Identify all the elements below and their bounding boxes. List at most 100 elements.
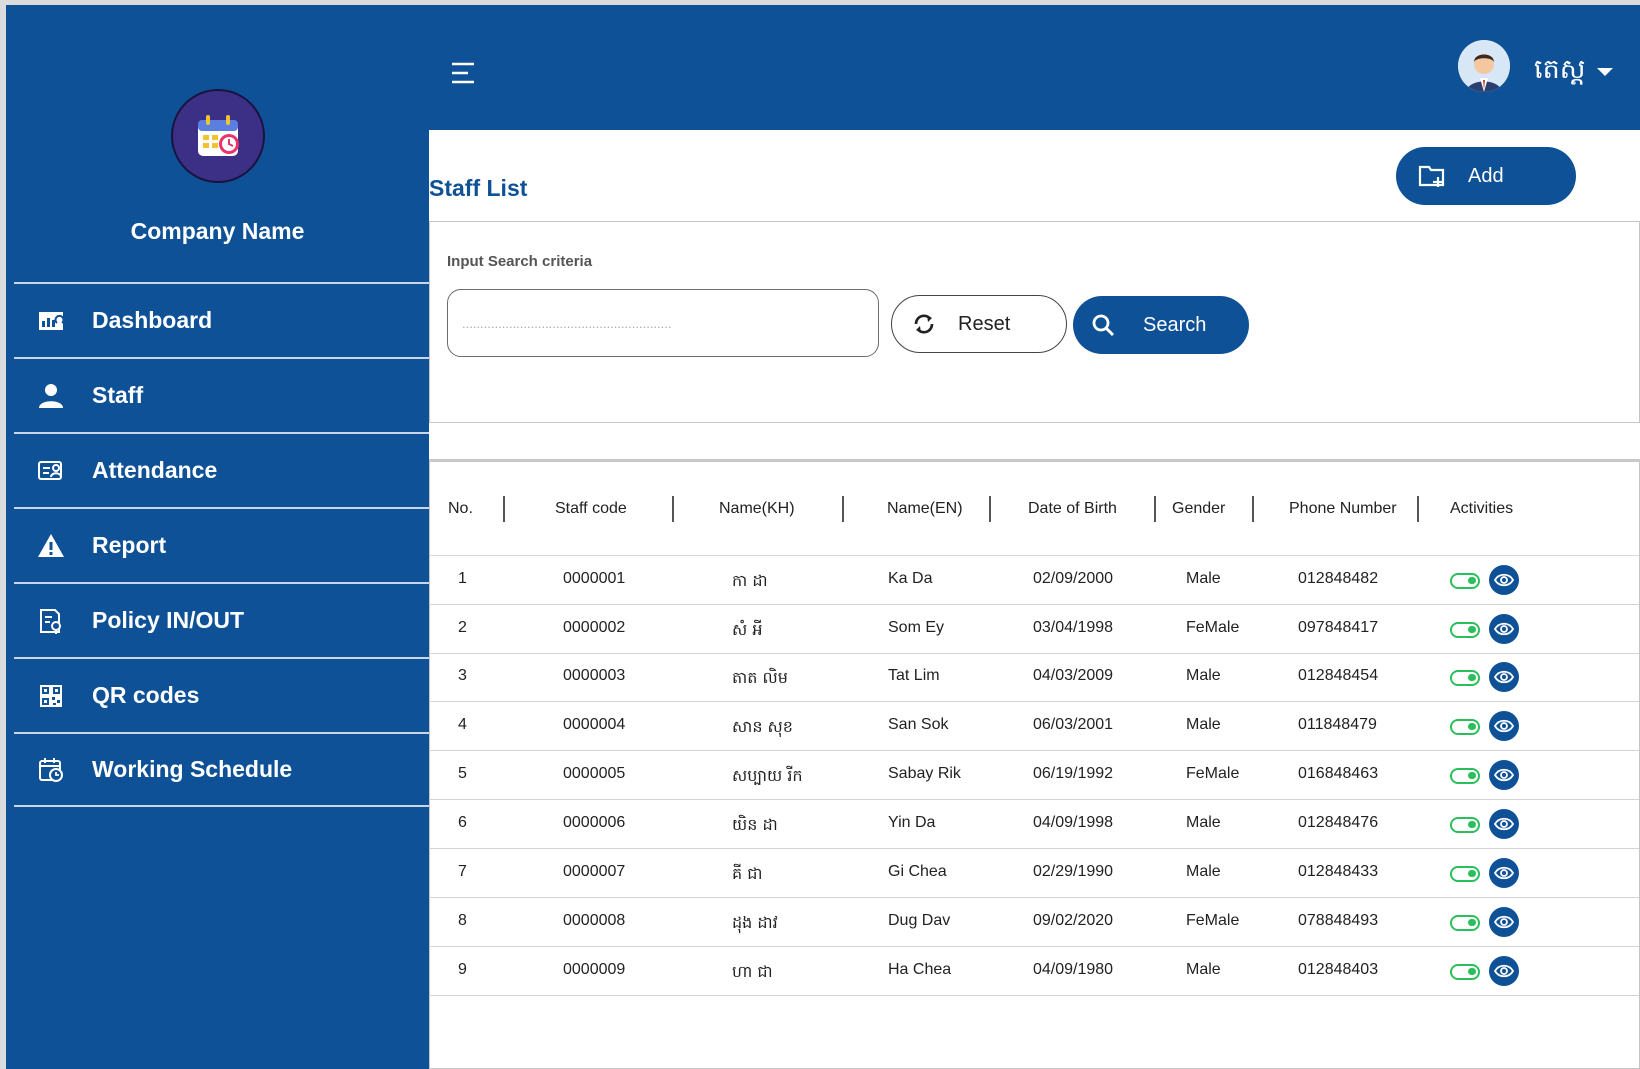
refresh-icon: [914, 314, 934, 334]
cell-name-kh: សាន សុខ: [732, 717, 793, 736]
search-panel: Input Search criteria Reset Search: [429, 221, 1640, 423]
cell-gender: Male: [1186, 863, 1221, 880]
view-eye-icon[interactable]: [1489, 711, 1519, 741]
cell-no: 2: [458, 619, 467, 636]
sidebar-item-label: QR codes: [92, 682, 200, 708]
column-divider: [989, 496, 991, 522]
cell-no: 5: [458, 765, 467, 782]
cell-phone: 012848476: [1298, 814, 1379, 831]
active-toggle[interactable]: [1450, 622, 1480, 638]
top-header: តេស្ត: [429, 5, 1640, 130]
cell-name-kh: គី ជា: [732, 864, 763, 883]
add-button[interactable]: Add: [1396, 147, 1576, 205]
cell-no: 1: [458, 570, 467, 587]
sidebar-item-working-schedule[interactable]: Working Schedule: [14, 732, 429, 807]
sidebar-item-label: Staff: [92, 382, 144, 408]
active-toggle[interactable]: [1450, 768, 1480, 784]
reset-button[interactable]: Reset: [891, 295, 1067, 353]
policy-icon: [36, 607, 66, 635]
cell-gender: Male: [1186, 814, 1221, 831]
col-header-no: No.: [448, 500, 473, 517]
cell-no: 4: [458, 716, 467, 733]
table-row: 1 0000001 កា ដា Ka Da 02/09/2000 Male 01284848…: [430, 556, 1639, 605]
cell-dob: 06/03/2001: [1033, 716, 1114, 733]
add-folder-icon: [1418, 165, 1445, 187]
cell-dob: 04/03/2009: [1033, 667, 1114, 684]
view-eye-icon[interactable]: [1489, 858, 1519, 888]
sidebar-item-staff[interactable]: Staff: [14, 357, 429, 432]
column-divider: [842, 496, 844, 522]
sidebar-item-qr-codes[interactable]: QR codes: [14, 657, 429, 732]
dashboard-icon: [36, 307, 66, 335]
cell-gender: FeMale: [1186, 619, 1240, 636]
staff-table: No. Staff code Name(KH) Name(EN) Date of…: [429, 459, 1640, 1069]
active-toggle[interactable]: [1450, 817, 1480, 833]
active-toggle[interactable]: [1450, 573, 1480, 589]
view-eye-icon[interactable]: [1489, 565, 1519, 595]
cell-name-kh: ដុង ដាវ: [732, 913, 778, 932]
view-eye-icon[interactable]: [1489, 614, 1519, 644]
cell-name-en: Som Ey: [888, 619, 945, 636]
active-toggle[interactable]: [1450, 719, 1480, 735]
cell-name-en: Ha Chea: [888, 961, 952, 978]
username[interactable]: តេស្ត: [1534, 53, 1585, 92]
view-eye-icon[interactable]: [1489, 760, 1519, 790]
column-divider: [1417, 496, 1419, 522]
cell-name-kh: យិន ដា: [732, 815, 778, 834]
menu-toggle-icon[interactable]: [451, 60, 477, 86]
cell-dob: 04/09/1998: [1033, 814, 1114, 831]
view-eye-icon[interactable]: [1489, 956, 1519, 986]
cell-dob: 03/04/1998: [1033, 619, 1114, 636]
search-icon: [1092, 314, 1115, 337]
search-input[interactable]: [447, 289, 879, 357]
add-button-label: Add: [1468, 164, 1504, 187]
cell-dob: 02/29/1990: [1033, 863, 1114, 880]
calendar-logo-icon: [171, 89, 265, 183]
search-criteria-label: Input Search criteria: [447, 253, 593, 270]
cell-dob: 09/02/2020: [1033, 912, 1114, 929]
sidebar-item-dashboard[interactable]: Dashboard: [14, 282, 429, 357]
page-title: Staff List: [429, 175, 528, 201]
cell-gender: FeMale: [1186, 912, 1240, 929]
cell-name-en: Sabay Rik: [888, 765, 961, 782]
sidebar-item-report[interactable]: Report: [14, 507, 429, 582]
search-button[interactable]: Search: [1073, 296, 1249, 354]
sidebar-item-policy[interactable]: Policy IN/OUT: [14, 582, 429, 657]
cell-no: 7: [458, 863, 467, 880]
sidebar-item-attendance[interactable]: Attendance: [14, 432, 429, 507]
table-row: 8 0000008 ដុង ដាវ Dug Dav 09/02/2020 FeMale 07…: [430, 898, 1639, 947]
sidebar-item-label: Report: [92, 532, 167, 558]
active-toggle[interactable]: [1450, 915, 1480, 931]
cell-name-en: Yin Da: [888, 814, 936, 831]
col-header-gender: Gender: [1172, 500, 1226, 517]
sidebar-menu: Dashboard Staff Attendance Report Policy…: [14, 282, 429, 807]
view-eye-icon[interactable]: [1489, 907, 1519, 937]
cell-name-kh: កា ដា: [732, 571, 768, 590]
cell-gender: Male: [1186, 570, 1221, 587]
cell-code: 0000005: [563, 765, 626, 782]
cell-name-kh: តាត លិម: [732, 668, 788, 687]
column-divider: [503, 496, 505, 522]
cell-gender: Male: [1186, 667, 1221, 684]
cell-gender: Male: [1186, 716, 1221, 733]
view-eye-icon[interactable]: [1489, 662, 1519, 692]
table-row: 2 0000002 សំ អី Som Ey 03/04/1998 FeMale 09784…: [430, 605, 1639, 654]
chevron-down-icon[interactable]: [1594, 65, 1616, 79]
search-button-label: Search: [1143, 313, 1207, 336]
active-toggle[interactable]: [1450, 670, 1480, 686]
active-toggle[interactable]: [1450, 964, 1480, 980]
attendance-icon: [36, 457, 66, 485]
cell-no: 3: [458, 667, 467, 684]
active-toggle[interactable]: [1450, 866, 1480, 882]
view-eye-icon[interactable]: [1489, 809, 1519, 839]
cell-name-en: San Sok: [888, 716, 949, 733]
avatar[interactable]: [1458, 40, 1510, 92]
col-header-activities: Activities: [1450, 500, 1514, 517]
cell-name-en: Ka Da: [888, 570, 933, 587]
table-row: 6 0000006 យិន ដា Yin Da 04/09/1998 Male 012848…: [430, 800, 1639, 849]
cell-phone: 016848463: [1298, 765, 1379, 782]
cell-name-kh: ហា ជា: [732, 962, 773, 981]
cell-phone: 012848403: [1298, 961, 1379, 978]
column-divider: [672, 496, 674, 522]
table-row: 9 0000009 ហា ជា Ha Chea 04/09/1980 Male 012848…: [430, 947, 1639, 996]
